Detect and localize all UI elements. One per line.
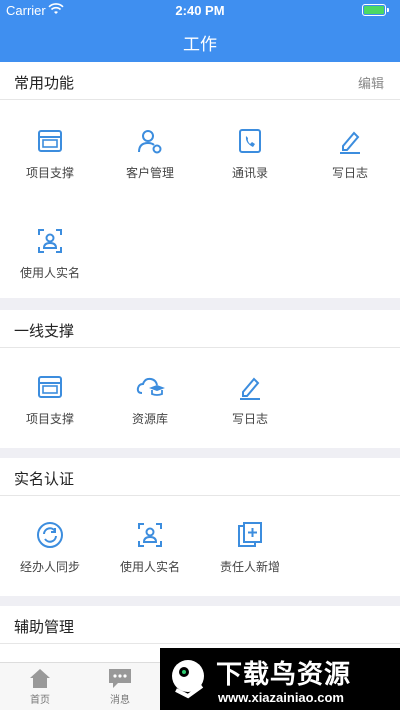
resource-library-icon	[136, 377, 165, 396]
home-icon	[30, 669, 50, 688]
item-resource-library[interactable]: 资源库	[100, 372, 200, 427]
item-label: 客户管理	[125, 166, 174, 180]
item-label: 责任人新增	[219, 560, 280, 574]
page-title: 工作	[183, 35, 217, 54]
sync-icon	[37, 522, 63, 548]
item-user-verify[interactable]: 使用人实名	[100, 520, 200, 575]
section-frontline-support: 一线支撑 项目支撑 资源库 写日志	[0, 310, 400, 448]
item-contacts[interactable]: 通讯录	[200, 126, 300, 181]
item-label: 经办人同步	[19, 560, 80, 574]
user-verify-icon	[38, 229, 62, 253]
section-realname-auth: 实名认证 经办人同步 使用人实名 责任人新增	[0, 458, 400, 596]
watermark-text: 下载鸟资源	[216, 659, 352, 689]
item-label: 通讯录	[231, 166, 268, 180]
item-label: 资源库	[131, 412, 168, 426]
tab-label: 首页	[30, 695, 50, 706]
item-label: 写日志	[231, 412, 268, 426]
item-project-support[interactable]: 项目支撑	[0, 126, 100, 181]
item-add-responsible[interactable]: 责任人新增	[200, 520, 300, 575]
battery-icon	[362, 4, 389, 16]
item-label: 项目支撑	[25, 166, 74, 180]
write-log-icon	[340, 131, 360, 154]
item-label: 项目支撑	[25, 412, 74, 426]
bird-logo-icon	[172, 660, 204, 699]
section-common-functions: 常用功能 编辑 项目支撑 客户管理 通讯录 写日志 使用人实名	[0, 62, 400, 298]
write-log-icon	[240, 377, 260, 400]
clock: 2:40 PM	[175, 3, 225, 18]
section-header: 实名认证	[0, 458, 400, 496]
section-title: 实名认证	[14, 471, 75, 488]
section-title: 辅助管理	[14, 619, 75, 636]
item-customer-management[interactable]: 客户管理	[100, 126, 200, 181]
edit-button[interactable]: 编辑	[358, 73, 384, 92]
contacts-icon	[239, 129, 261, 153]
watermark: 下载鸟资源 www.xiazainiao.com	[160, 648, 400, 710]
status-bar: Carrier 2:40 PM	[0, 0, 400, 22]
customer-management-icon	[138, 130, 162, 154]
item-label: 使用人实名	[19, 266, 80, 280]
add-responsible-icon	[238, 522, 262, 547]
tab-messages[interactable]: 消息	[90, 667, 150, 706]
project-support-icon	[38, 376, 62, 398]
item-label: 写日志	[331, 166, 368, 180]
section-title: 一线支撑	[14, 323, 75, 340]
tab-home[interactable]: 首页	[10, 667, 70, 706]
header-bar: Carrier 2:40 PM 工作	[0, 0, 400, 62]
section-header: 常用功能 编辑	[0, 62, 400, 100]
item-user-verify[interactable]: 使用人实名	[0, 226, 100, 281]
item-agent-sync[interactable]: 经办人同步	[0, 520, 100, 575]
project-support-icon	[38, 130, 62, 152]
section-title: 常用功能	[14, 75, 75, 92]
item-project-support[interactable]: 项目支撑	[0, 372, 100, 427]
item-label: 使用人实名	[119, 560, 180, 574]
item-write-log[interactable]: 写日志	[200, 372, 300, 427]
item-write-log[interactable]: 写日志	[300, 126, 400, 181]
tab-label: 消息	[110, 695, 130, 706]
watermark-site: www.xiazainiao.com	[218, 690, 344, 705]
message-icon	[109, 669, 131, 688]
section-header: 辅助管理	[0, 606, 400, 644]
section-header: 一线支撑	[0, 310, 400, 348]
user-verify-icon	[138, 523, 162, 547]
